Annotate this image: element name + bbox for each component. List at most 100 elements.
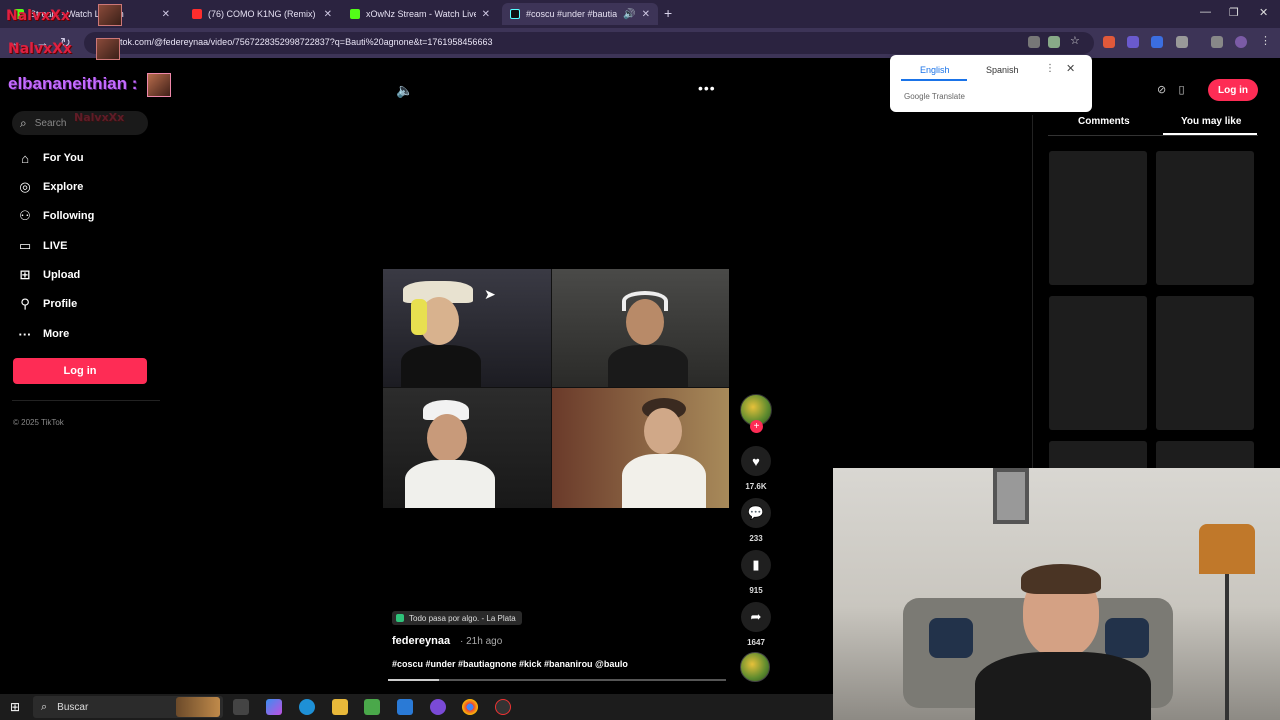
author-username[interactable]: federeynaa xyxy=(392,635,450,647)
search-icon: ⌕ xyxy=(41,700,48,713)
header-login-button[interactable]: Log in xyxy=(1208,79,1258,101)
extension-icon[interactable] xyxy=(1127,36,1139,48)
copilot-icon[interactable] xyxy=(266,699,282,715)
browser-tab-active[interactable]: #coscu #under #bautiagnone 🔊 ✕ xyxy=(502,3,658,25)
store-icon[interactable] xyxy=(364,699,380,715)
bookmark-star-icon[interactable]: ☆ xyxy=(1070,34,1082,47)
volume-icon[interactable]: 🔈 xyxy=(396,82,413,99)
extensions-puzzle-icon[interactable] xyxy=(1176,36,1188,48)
like-button[interactable]: ♥ xyxy=(741,446,771,476)
close-tab-icon[interactable]: ✕ xyxy=(324,9,332,20)
music-note-icon xyxy=(396,614,404,622)
sidebar-item-profile[interactable]: ⚲ Profile xyxy=(16,294,77,314)
post-time: · 21h ago xyxy=(460,636,503,647)
tiktok-favicon-icon xyxy=(510,9,520,19)
close-icon[interactable]: ✕ xyxy=(1066,62,1075,75)
chrome-icon[interactable] xyxy=(462,699,478,715)
tab-comments[interactable]: Comments xyxy=(1078,116,1130,127)
sound-tag[interactable]: Todo pasa por algo. - La Plata xyxy=(392,611,522,625)
more-options-icon[interactable]: ••• xyxy=(698,80,716,96)
lamp-shade xyxy=(1199,524,1255,574)
lamp-pole xyxy=(1225,574,1229,720)
translate-options-icon[interactable]: ⋮ xyxy=(1045,63,1055,74)
youtube-favicon-icon xyxy=(192,9,202,19)
suggested-video-placeholder[interactable] xyxy=(1049,441,1147,471)
tab-you-may-like[interactable]: You may like xyxy=(1181,116,1241,127)
more-icon: ··· xyxy=(18,326,32,342)
discord-icon[interactable] xyxy=(430,699,446,715)
audio-playing-icon[interactable]: 🔊 xyxy=(623,9,635,20)
following-icon: ⚇ xyxy=(19,208,31,223)
extension-icon[interactable] xyxy=(1103,36,1115,48)
close-window-icon[interactable]: ✕ xyxy=(1259,6,1268,19)
cast-icon[interactable] xyxy=(1028,36,1040,48)
restore-icon[interactable]: ❐ xyxy=(1229,6,1239,19)
google-translate-brand: Google Translate xyxy=(904,92,965,101)
close-tab-icon[interactable]: ✕ xyxy=(642,9,650,20)
edge-icon[interactable] xyxy=(299,699,315,715)
browser-tab[interactable]: (76) COMO K1NG (Remix) || CR ✕ xyxy=(184,3,340,25)
save-button[interactable]: ▮ xyxy=(741,550,771,580)
new-tab-button[interactable]: + xyxy=(664,5,672,21)
share-button[interactable]: ➦ xyxy=(741,602,771,632)
sidebar-item-live[interactable]: ▭ LIVE xyxy=(16,236,68,256)
sidebar-item-more[interactable]: ··· More xyxy=(16,324,70,344)
windows-start-icon[interactable]: ⊞ xyxy=(10,700,20,714)
video-cam-panel xyxy=(552,388,729,508)
stream-watermark: NalvxXx xyxy=(8,41,72,57)
divider xyxy=(12,400,160,401)
login-button[interactable]: Log in xyxy=(13,358,147,384)
active-tab-indicator xyxy=(901,79,967,81)
browser-menu-icon[interactable]: ⋮ xyxy=(1260,34,1272,47)
coin-icon[interactable]: ⊘ xyxy=(1157,84,1166,96)
url-text[interactable]: tok.com/@federeynaa/video/75672283529987… xyxy=(120,37,492,47)
minimize-icon[interactable]: — xyxy=(1200,6,1211,18)
sidebar-item-explore[interactable]: ◎ Explore xyxy=(16,177,83,197)
browser-tab-bar: Stream - Watch Live on ✕ (76) COMO K1NG … xyxy=(0,0,1280,28)
translate-language-spanish[interactable]: Spanish xyxy=(986,65,1019,75)
suggested-video-placeholder[interactable] xyxy=(1156,151,1254,285)
translate-language-english[interactable]: English xyxy=(920,65,950,75)
close-tab-icon[interactable]: ✕ xyxy=(162,9,170,20)
progress-fill xyxy=(388,679,439,681)
task-view-icon[interactable] xyxy=(233,699,249,715)
comment-button[interactable]: 💬 xyxy=(741,498,771,528)
suggested-video-placeholder[interactable] xyxy=(1049,151,1147,285)
suggested-video-placeholder[interactable] xyxy=(1156,441,1254,471)
file-explorer-icon[interactable] xyxy=(332,699,348,715)
share-count: 1647 xyxy=(747,638,765,647)
compass-icon: ◎ xyxy=(19,179,31,194)
upload-icon: ⊞ xyxy=(19,267,31,282)
video-progress-bar[interactable] xyxy=(388,679,726,681)
google-translate-popup: English Spanish ⋮ ✕ Google Translate xyxy=(890,55,1092,112)
copyright-text: © 2025 TikTok xyxy=(13,418,64,427)
search-icon: ⌕ xyxy=(20,115,27,130)
profile-avatar-icon[interactable] xyxy=(1235,36,1247,48)
device-icon[interactable]: ▯ xyxy=(1178,84,1184,96)
follow-plus-icon[interactable]: + xyxy=(750,420,763,433)
sidebar-item-for-you[interactable]: ⌂ For You xyxy=(16,148,83,168)
bookmark-icon: ▮ xyxy=(752,557,760,572)
sidebar-item-following[interactable]: ⚇ Following xyxy=(16,206,94,226)
tabs-divider xyxy=(1048,135,1258,136)
suggested-video-placeholder[interactable] xyxy=(1156,296,1254,430)
translate-icon[interactable] xyxy=(1048,36,1060,48)
browser-tab[interactable]: xOwNz Stream - Watch Live on ✕ xyxy=(342,3,498,25)
extension-icon[interactable] xyxy=(1151,36,1163,48)
obs-icon[interactable] xyxy=(495,699,511,715)
close-tab-icon[interactable]: ✕ xyxy=(482,9,490,20)
streamer-webcam xyxy=(833,468,1280,720)
suggested-video-placeholder[interactable] xyxy=(1049,296,1147,430)
header-icons: ⊘ ▯ xyxy=(1157,83,1185,96)
stream-watermark-avatar xyxy=(96,38,120,60)
wall-picture xyxy=(993,468,1029,524)
sidebar-item-upload[interactable]: ⊞ Upload xyxy=(16,265,81,285)
stream-watermark: NalvxXx xyxy=(74,111,125,124)
music-disc-icon[interactable] xyxy=(740,652,770,682)
reading-list-icon[interactable] xyxy=(1211,36,1223,48)
video-player[interactable] xyxy=(383,269,729,508)
comment-icon: 💬 xyxy=(747,505,765,520)
mail-icon[interactable] xyxy=(397,699,413,715)
mouse-cursor-icon: ➤ xyxy=(484,286,496,302)
video-caption[interactable]: #coscu #under #bautiagnone #kick #banani… xyxy=(392,659,628,669)
